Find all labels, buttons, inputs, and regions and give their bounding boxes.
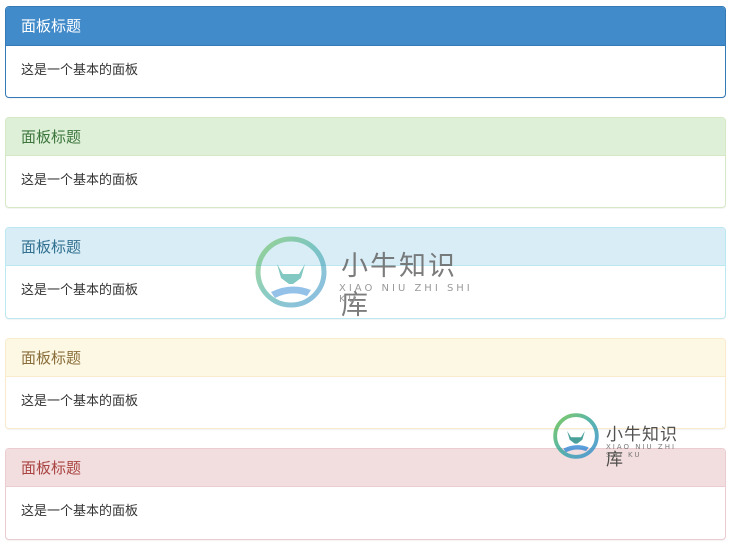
panel-body: 这是一个基本的面板 (21, 63, 139, 78)
panel-title: 面板标题 (6, 7, 725, 46)
panel-success: 面板标题 这是一个基本的面板 (5, 117, 726, 208)
panel-primary: 面板标题 这是一个基本的面板 (5, 6, 726, 98)
panel-body: 这是一个基本的面板 (21, 394, 139, 409)
panel-body: 这是一个基本的面板 (21, 504, 139, 519)
panel-title: 面板标题 (6, 449, 725, 487)
panel-body: 这是一个基本的面板 (21, 173, 139, 188)
panel-title: 面板标题 (6, 118, 725, 156)
panel-title: 面板标题 (6, 228, 725, 266)
panel-danger: 面板标题 这是一个基本的面板 (5, 448, 726, 540)
panel-body: 这是一个基本的面板 (21, 283, 139, 298)
panel-warning: 面板标题 这是一个基本的面板 (5, 338, 726, 429)
panel-info: 面板标题 这是一个基本的面板 (5, 227, 726, 319)
panel-title: 面板标题 (6, 339, 725, 377)
